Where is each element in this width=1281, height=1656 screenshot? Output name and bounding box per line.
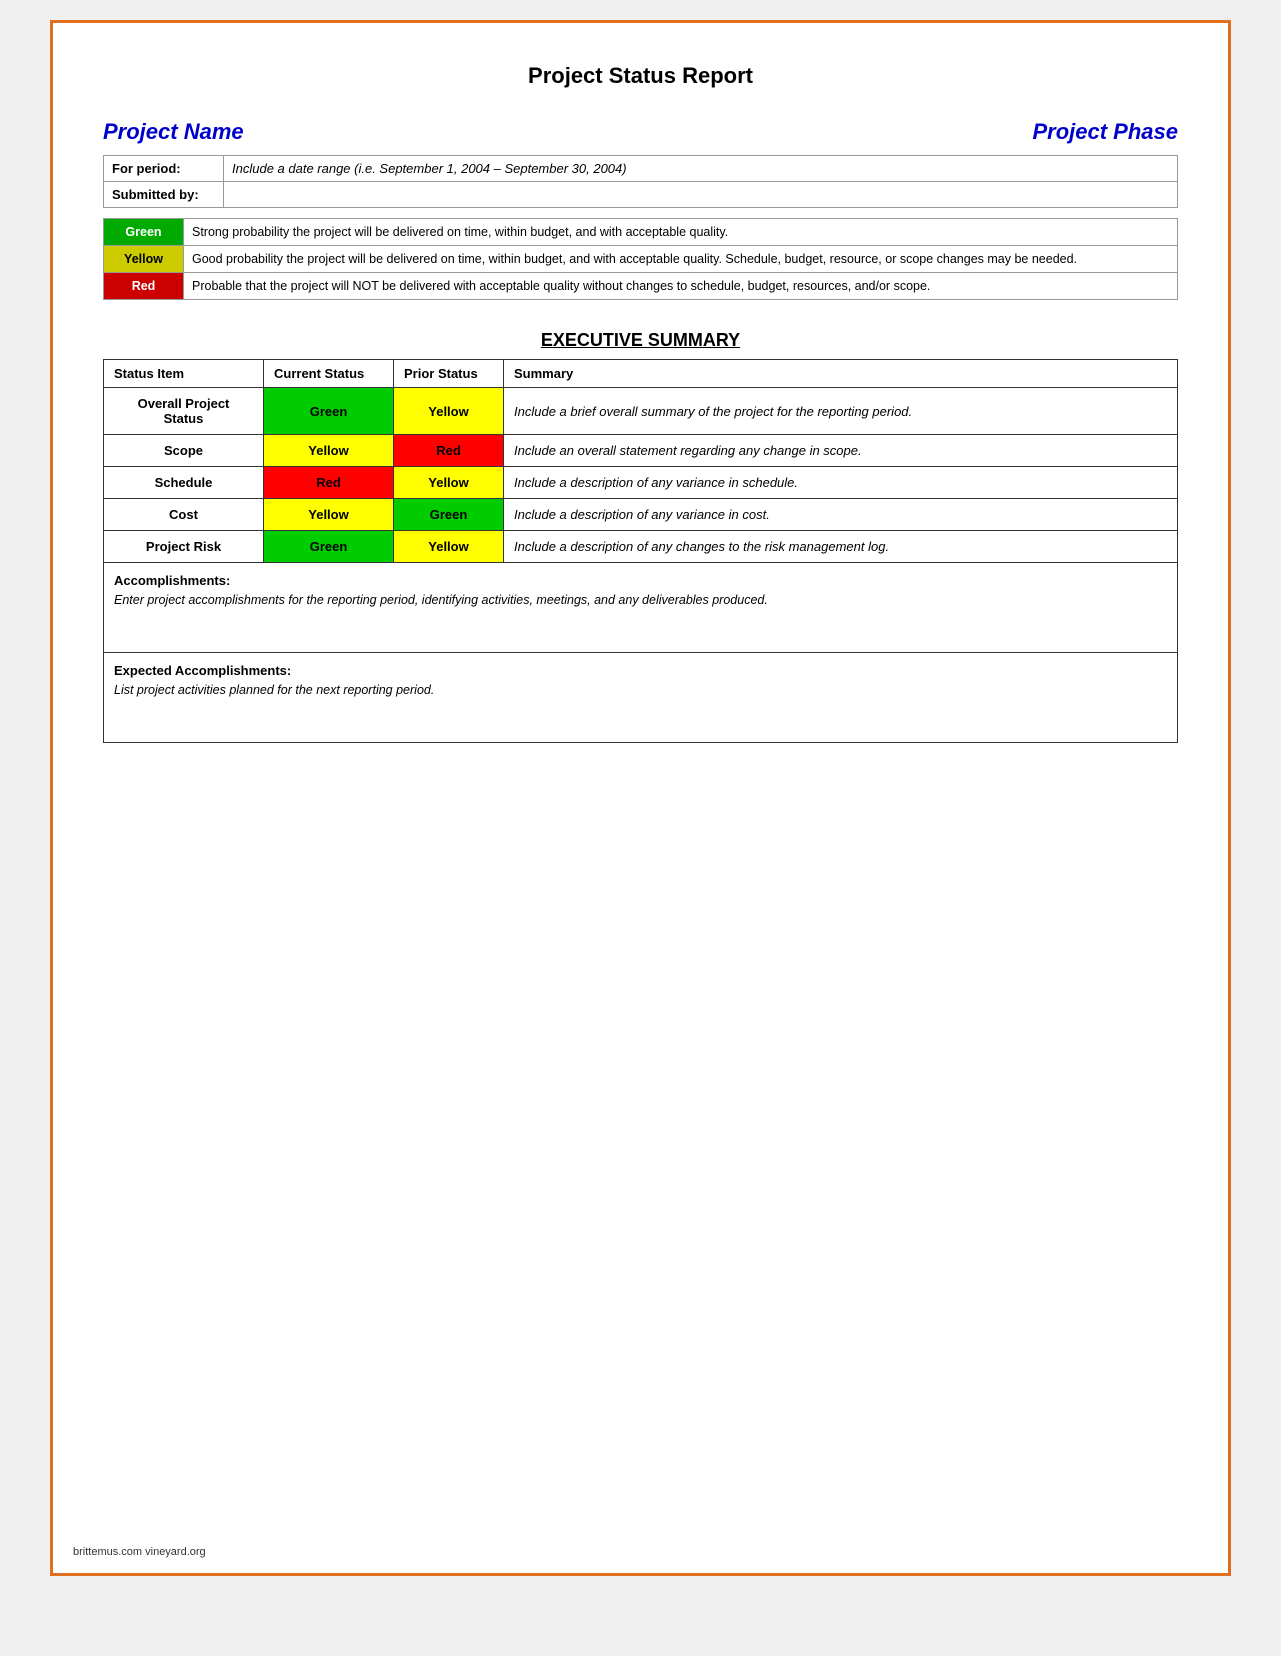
- expected-title: Expected Accomplishments:: [114, 663, 1167, 678]
- info-value: [224, 182, 1178, 208]
- current-status: Red: [264, 467, 394, 499]
- prior-status: Yellow: [394, 531, 504, 563]
- status-item: Overall ProjectStatus: [104, 388, 264, 435]
- prior-status: Yellow: [394, 388, 504, 435]
- summary-text: Include a description of any variance in…: [504, 467, 1178, 499]
- status-item: Scope: [104, 435, 264, 467]
- exec-column-header: Summary: [504, 360, 1178, 388]
- expected-accomplishments-section: Expected Accomplishments: List project a…: [103, 653, 1178, 743]
- legend-row: YellowGood probability the project will …: [104, 246, 1178, 273]
- accomplishments-text: Enter project accomplishments for the re…: [114, 593, 1167, 607]
- current-status: Yellow: [264, 499, 394, 531]
- info-label: Submitted by:: [104, 182, 224, 208]
- summary-text: Include an overall statement regarding a…: [504, 435, 1178, 467]
- info-row: For period:Include a date range (i.e. Se…: [104, 156, 1178, 182]
- page-container: Project Status Report Project Name Proje…: [50, 20, 1231, 1576]
- summary-text: Include a description of any variance in…: [504, 499, 1178, 531]
- summary-text: Include a brief overall summary of the p…: [504, 388, 1178, 435]
- legend-color: Yellow: [104, 246, 184, 273]
- prior-status: Yellow: [394, 467, 504, 499]
- info-label: For period:: [104, 156, 224, 182]
- prior-status: Green: [394, 499, 504, 531]
- exec-row: Overall ProjectStatus Green Yellow Inclu…: [104, 388, 1178, 435]
- exec-column-header: Prior Status: [394, 360, 504, 388]
- legend-row: RedProbable that the project will NOT be…: [104, 273, 1178, 300]
- header-row: Project Name Project Phase: [103, 119, 1178, 145]
- legend-description: Probable that the project will NOT be de…: [184, 273, 1178, 300]
- expected-text: List project activities planned for the …: [114, 683, 1167, 697]
- info-value: Include a date range (i.e. September 1, …: [224, 156, 1178, 182]
- info-table: For period:Include a date range (i.e. Se…: [103, 155, 1178, 208]
- accomplishments-section: Accomplishments: Enter project accomplis…: [103, 563, 1178, 653]
- current-status: Green: [264, 531, 394, 563]
- legend-description: Strong probability the project will be d…: [184, 219, 1178, 246]
- exec-row: Cost Yellow Green Include a description …: [104, 499, 1178, 531]
- info-row: Submitted by:: [104, 182, 1178, 208]
- legend-table: GreenStrong probability the project will…: [103, 218, 1178, 300]
- exec-column-header: Status Item: [104, 360, 264, 388]
- legend-description: Good probability the project will be del…: [184, 246, 1178, 273]
- page-title: Project Status Report: [103, 63, 1178, 89]
- accomplishments-title: Accomplishments:: [114, 573, 1167, 588]
- status-item: Cost: [104, 499, 264, 531]
- summary-text: Include a description of any changes to …: [504, 531, 1178, 563]
- exec-row: Project Risk Green Yellow Include a desc…: [104, 531, 1178, 563]
- status-item: Project Risk: [104, 531, 264, 563]
- exec-row: Scope Yellow Red Include an overall stat…: [104, 435, 1178, 467]
- prior-status: Red: [394, 435, 504, 467]
- current-status: Green: [264, 388, 394, 435]
- exec-row: Schedule Red Yellow Include a descriptio…: [104, 467, 1178, 499]
- current-status: Yellow: [264, 435, 394, 467]
- project-name-label: Project Name: [103, 119, 244, 145]
- legend-row: GreenStrong probability the project will…: [104, 219, 1178, 246]
- legend-color: Red: [104, 273, 184, 300]
- project-phase-label: Project Phase: [1032, 119, 1178, 145]
- legend-color: Green: [104, 219, 184, 246]
- executive-summary-table: Status ItemCurrent StatusPrior StatusSum…: [103, 359, 1178, 563]
- footer-text: brittemus.com vineyard.org: [73, 1546, 206, 1558]
- exec-column-header: Current Status: [264, 360, 394, 388]
- status-item: Schedule: [104, 467, 264, 499]
- executive-summary-title: EXECUTIVE SUMMARY: [103, 330, 1178, 351]
